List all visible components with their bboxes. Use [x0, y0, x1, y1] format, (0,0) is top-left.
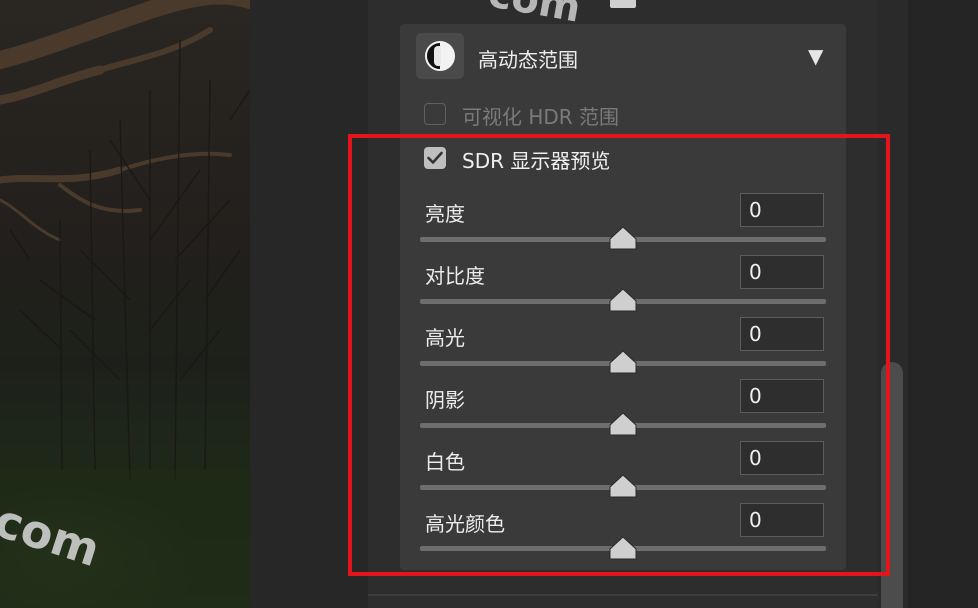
visualize-hdr-checkbox[interactable] — [424, 103, 446, 125]
highlight-annotation-box — [348, 134, 890, 576]
window-edge — [908, 0, 978, 608]
triangle-down-icon[interactable]: ▼ — [808, 44, 823, 68]
hdr-circle-icon[interactable] — [416, 33, 464, 79]
photo-preview: com — [0, 0, 250, 608]
visualize-hdr-label: 可视化 HDR 范围 — [462, 105, 620, 129]
panel-separator — [368, 594, 878, 596]
previous-slider-thumb[interactable] — [610, 0, 636, 8]
section-title[interactable]: 高动态范围 — [478, 44, 578, 73]
